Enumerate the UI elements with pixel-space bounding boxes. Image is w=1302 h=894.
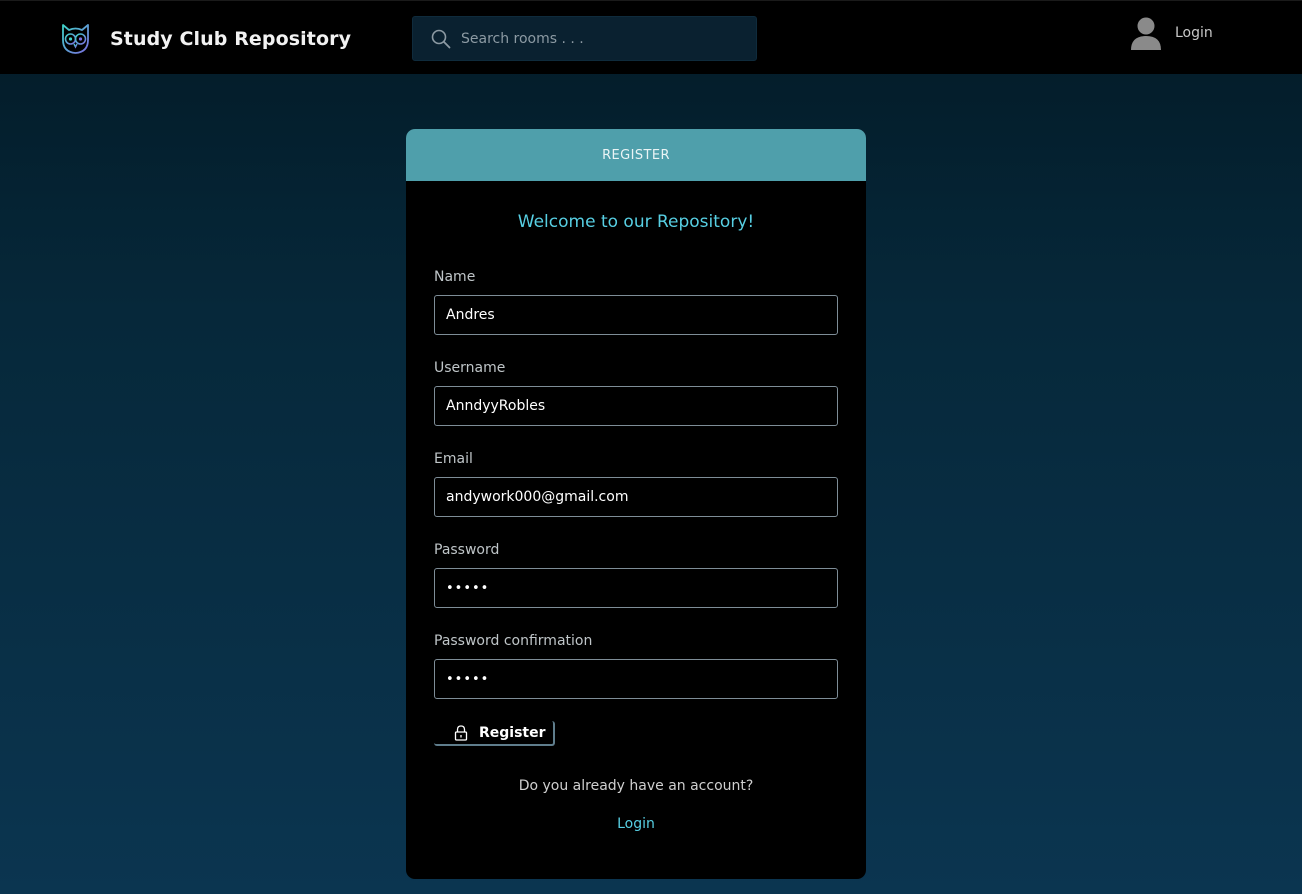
search-bar[interactable] xyxy=(412,16,757,61)
password-confirmation-input[interactable]: ••••• xyxy=(434,659,838,699)
email-field-group: Email andywork000@gmail.com xyxy=(434,451,838,517)
lock-icon xyxy=(454,724,468,741)
username-label: Username xyxy=(434,360,506,376)
register-card: REGISTER Welcome to our Repository! Name… xyxy=(406,129,866,879)
top-navbar: Study Club Repository Login xyxy=(0,0,1302,74)
username-input[interactable]: AnndyyRobles xyxy=(434,386,838,426)
already-account-text: Do you already have an account? xyxy=(518,778,754,794)
app-title[interactable]: Study Club Repository xyxy=(110,28,351,50)
register-button-label: Register xyxy=(479,724,546,741)
login-link[interactable]: Login xyxy=(406,816,866,832)
card-header: REGISTER xyxy=(406,129,866,181)
password-confirmation-label: Password confirmation xyxy=(434,633,593,649)
user-login-menu[interactable]: Login xyxy=(1130,16,1213,50)
search-input[interactable] xyxy=(461,17,756,60)
user-avatar-icon xyxy=(1131,17,1161,50)
name-field-group: Name Andres xyxy=(434,269,838,335)
brand[interactable]: Study Club Repository xyxy=(59,22,351,55)
email-label: Email xyxy=(434,451,473,467)
name-label: Name xyxy=(434,269,476,285)
password-label: Password xyxy=(434,542,500,558)
owl-logo-icon xyxy=(62,24,89,54)
card-header-title: REGISTER xyxy=(602,147,670,163)
password-field-group: Password ••••• xyxy=(434,542,838,608)
email-input[interactable]: andywork000@gmail.com xyxy=(434,477,838,517)
register-button[interactable]: Register xyxy=(434,721,555,746)
username-field-group: Username AnndyyRobles xyxy=(434,360,838,426)
search-icon xyxy=(431,29,451,48)
welcome-heading: Welcome to our Repository! xyxy=(517,212,755,232)
password-confirmation-field-group: Password confirmation ••••• xyxy=(434,633,838,699)
header-login-link[interactable]: Login xyxy=(1175,25,1213,41)
password-input[interactable]: ••••• xyxy=(434,568,838,608)
name-input[interactable]: Andres xyxy=(434,295,838,335)
